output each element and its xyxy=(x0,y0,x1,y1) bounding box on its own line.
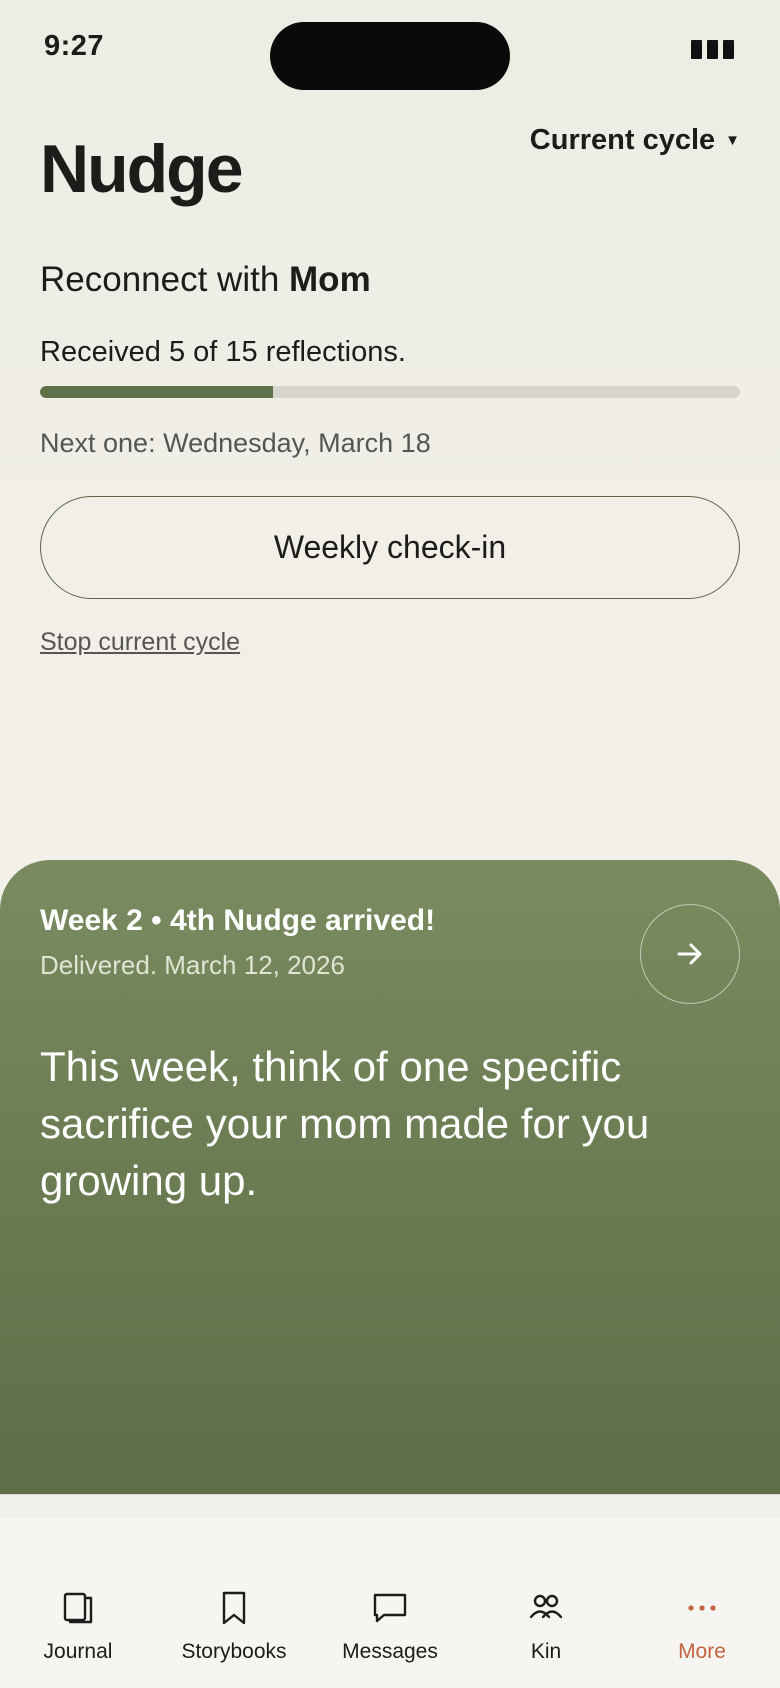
arrow-right-icon xyxy=(677,943,702,965)
stop-cycle-link[interactable]: Stop current cycle xyxy=(40,628,240,657)
people-icon xyxy=(526,1588,566,1628)
more-dots-icon xyxy=(682,1588,722,1628)
caret-down-icon: ▼ xyxy=(725,132,740,149)
progress-bar-fill xyxy=(40,386,274,398)
reconnect-heading: Reconnect with Mom xyxy=(40,260,371,300)
progress-text: Received 5 of 15 reflections. xyxy=(40,336,406,368)
cycle-dropdown-label: Current cycle xyxy=(529,124,716,156)
tab-storybooks[interactable]: Storybooks xyxy=(156,1518,312,1688)
tab-label: Journal xyxy=(43,1640,113,1663)
page-title: Nudge xyxy=(40,131,244,207)
tab-label: Kin xyxy=(530,1640,562,1663)
battery-icon xyxy=(691,40,734,59)
tab-label: More xyxy=(678,1640,726,1663)
status-time: 9:27 xyxy=(44,30,105,62)
bookmark-icon xyxy=(214,1588,254,1628)
nudge-card[interactable]: Week 2 • 4th Nudge arrived! Delivered. M… xyxy=(0,860,780,1496)
weekly-checkin-button[interactable]: Weekly check-in xyxy=(40,496,740,599)
tab-bar: Journal Storybooks Messages Kin More xyxy=(0,1518,780,1688)
open-nudge-button[interactable] xyxy=(640,904,740,1004)
tab-messages[interactable]: Messages xyxy=(312,1518,468,1688)
tab-journal[interactable]: Journal xyxy=(0,1518,156,1688)
next-nudge-date: Next one: Wednesday, March 18 xyxy=(40,428,431,458)
reconnect-prefix: Reconnect with xyxy=(40,260,290,299)
tab-more[interactable]: More xyxy=(624,1518,780,1688)
journal-icon xyxy=(58,1588,98,1628)
progress-bar xyxy=(40,386,740,398)
tab-label: Storybooks xyxy=(181,1640,287,1663)
nudge-card-delivered: Delivered. March 12, 2026 xyxy=(40,950,345,980)
dynamic-island xyxy=(270,22,510,90)
nudge-prompt: This week, think of one specific sacrifi… xyxy=(40,1043,650,1204)
status-bar: 9:27 xyxy=(0,0,780,100)
message-icon xyxy=(370,1588,410,1628)
tab-kin[interactable]: Kin xyxy=(468,1518,624,1688)
nudge-card-heading: Week 2 • 4th Nudge arrived! xyxy=(40,904,436,937)
cycle-dropdown[interactable]: Current cycle ▼ xyxy=(530,124,740,157)
tab-bar-divider xyxy=(0,1494,780,1518)
relationship-name: Mom xyxy=(289,260,371,299)
tab-label: Messages xyxy=(342,1640,438,1663)
